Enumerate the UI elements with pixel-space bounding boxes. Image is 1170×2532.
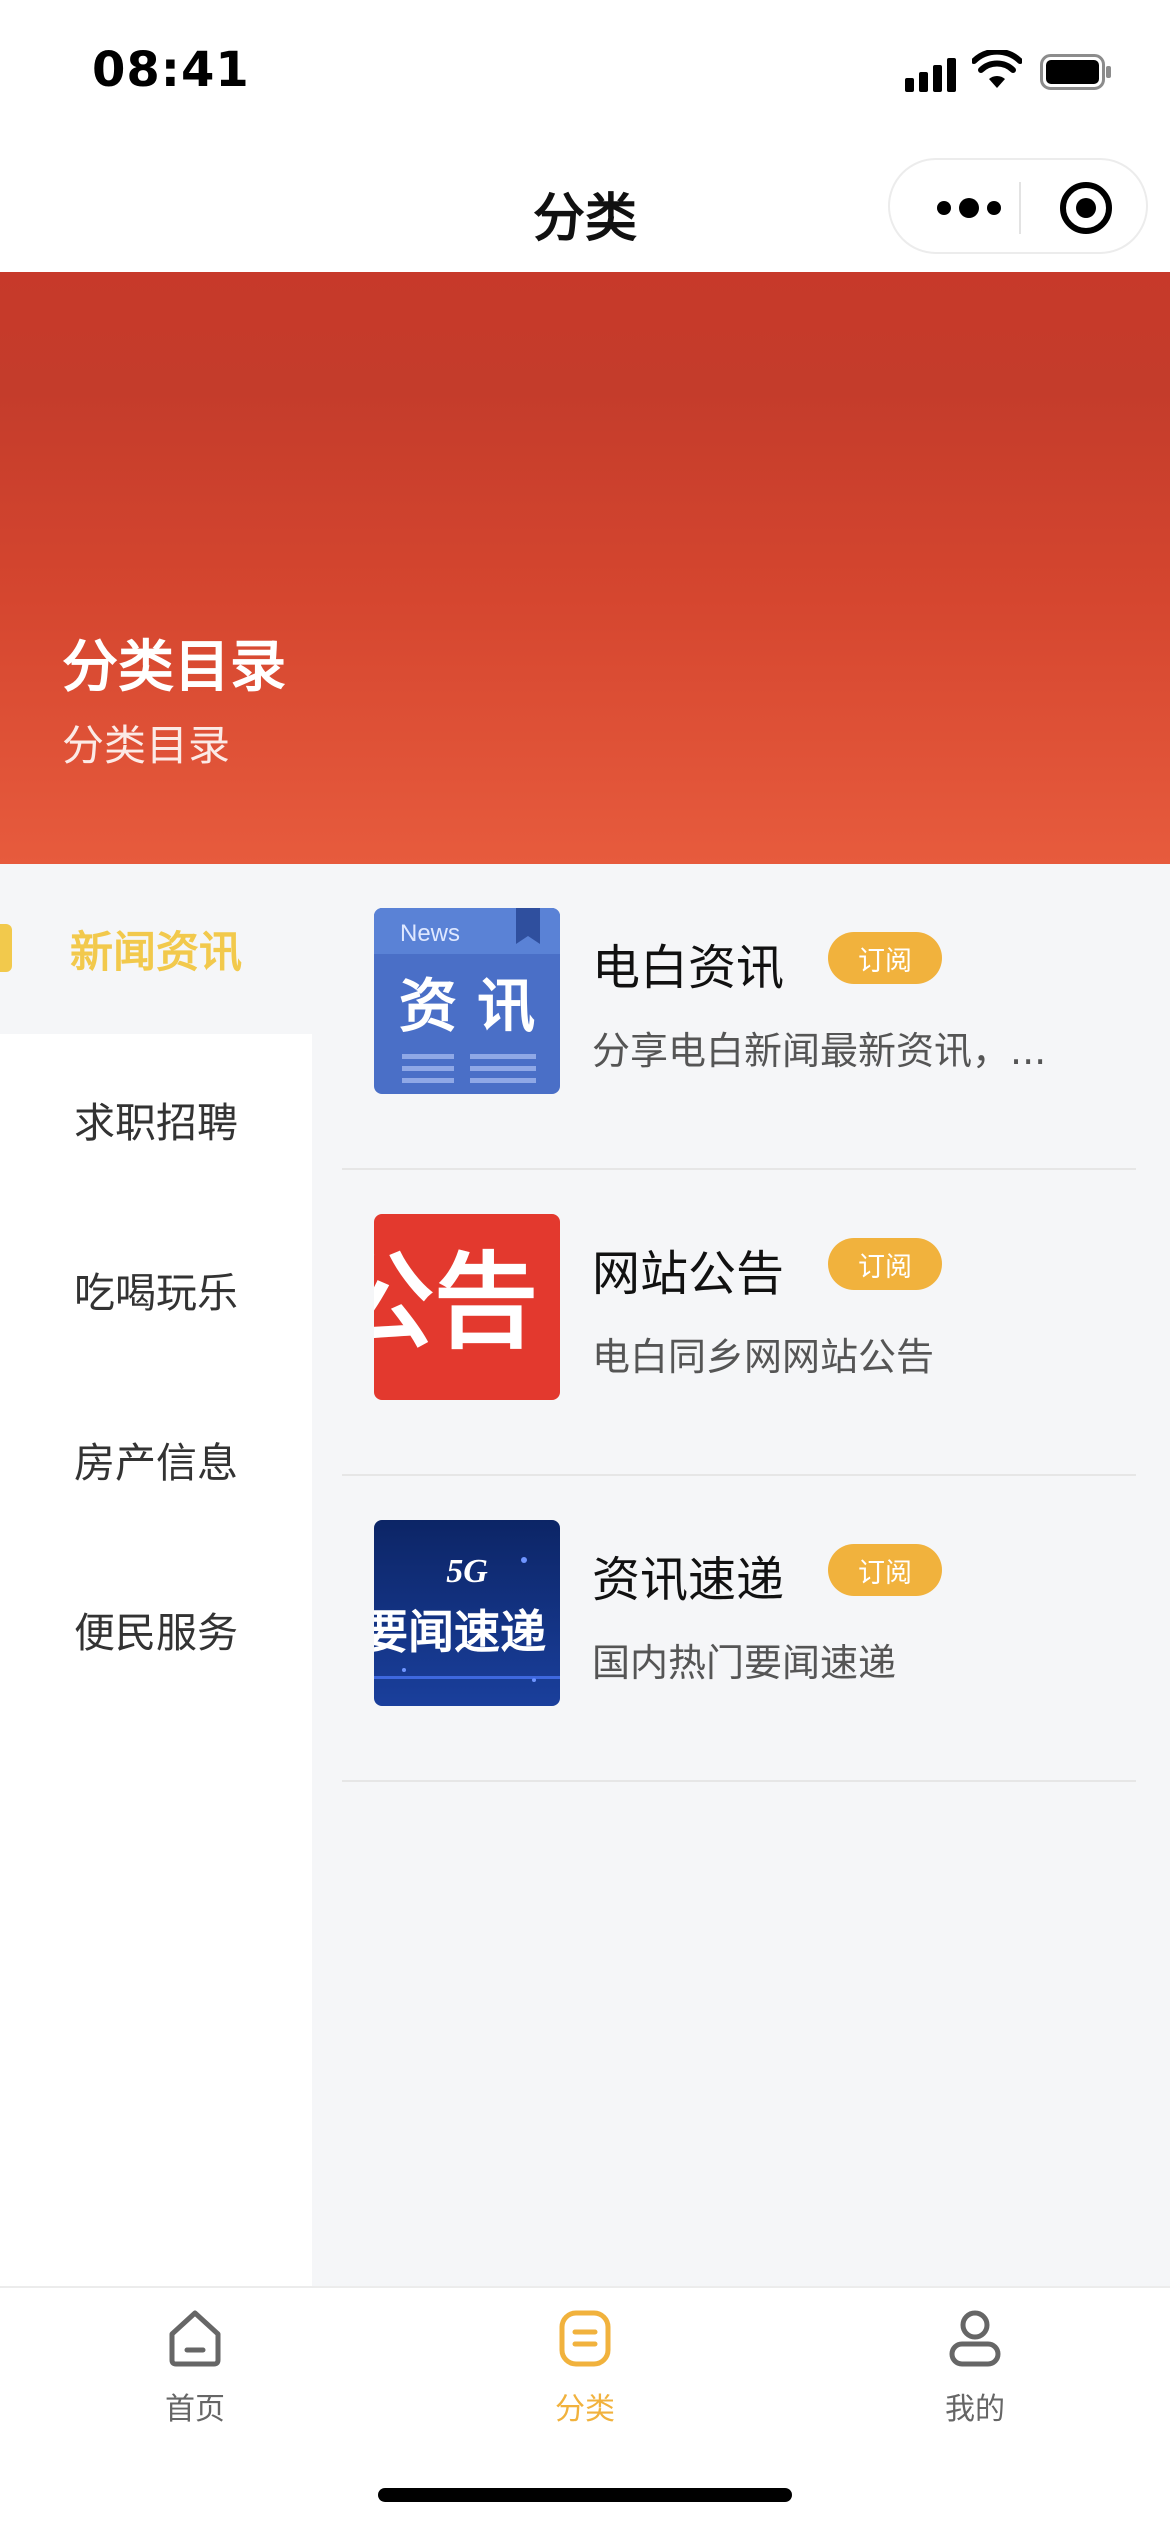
tab-profile[interactable]: 我的 [780, 2288, 1170, 2448]
capsule-divider [1019, 182, 1021, 234]
user-icon [949, 2310, 1001, 2367]
status-bar: 08:41 [0, 0, 1170, 140]
tab-category[interactable]: 分类 [390, 2288, 780, 2448]
list-item[interactable]: 公告 网站公告 订阅 电白同乡网网站公告 [342, 1170, 1136, 1476]
sidebar-item-label: 便民服务 [74, 1609, 238, 1657]
category-sidebar: 新闻资讯 求职招聘 吃喝玩乐 房产信息 便民服务 [0, 864, 312, 2286]
news-thumbnail: News 资 讯 [374, 908, 560, 1094]
sidebar-item-news[interactable]: 新闻资讯 [0, 864, 312, 1034]
wifi-icon [972, 50, 1022, 88]
sidebar-item-real-estate[interactable]: 房产信息 [0, 1374, 312, 1544]
sidebar-item-label: 求职招聘 [74, 1099, 238, 1147]
thumb-top-text: 5G [446, 1553, 488, 1590]
item-title: 资讯速递 [592, 1552, 785, 1608]
cellular-signal-icon [905, 58, 956, 92]
sidebar-item-services[interactable]: 便民服务 [0, 1544, 312, 1714]
list-item[interactable]: 5G 要闻速递 资讯速递 订阅 国内热门要闻速递 [342, 1476, 1136, 1782]
item-title: 网站公告 [592, 1246, 785, 1302]
item-description: 电白同乡网网站公告 [592, 1335, 935, 1379]
thumb-top-text: News [400, 920, 460, 947]
tab-label: 首页 [165, 2392, 225, 2427]
home-indicator [378, 2488, 792, 2502]
announcement-thumbnail: 公告 [374, 1214, 560, 1400]
item-title: 电白资讯 [592, 940, 785, 996]
subscribe-button[interactable]: 订阅 [828, 1544, 942, 1596]
sidebar-item-food-fun[interactable]: 吃喝玩乐 [0, 1204, 312, 1374]
tab-home[interactable]: 首页 [0, 2288, 390, 2448]
express-news-thumbnail: 5G 要闻速递 [374, 1520, 560, 1706]
sidebar-item-label: 房产信息 [74, 1439, 238, 1487]
close-target-icon[interactable] [1058, 180, 1114, 236]
banner-title: 分类目录 [62, 635, 286, 700]
subscribe-button[interactable]: 订阅 [828, 932, 942, 984]
list-item[interactable]: News 资 讯 电白资讯 订阅 分享电白新闻最新资讯，... [342, 864, 1136, 1170]
tab-label: 我的 [945, 2392, 1005, 2427]
page: 08:41 分类 分类目录 分类目录 新闻资讯 求职招聘 吃喝玩乐 房产信息 便… [0, 0, 1170, 2532]
subscribe-button[interactable]: 订阅 [828, 1238, 942, 1290]
home-icon [169, 2310, 221, 2367]
sidebar-item-label: 吃喝玩乐 [74, 1269, 238, 1317]
thumb-main-text: 要闻速递 [374, 1605, 546, 1659]
category-icon [559, 2310, 611, 2367]
sidebar-item-jobs[interactable]: 求职招聘 [0, 1034, 312, 1204]
item-description: 分享电白新闻最新资讯，... [592, 1029, 1047, 1073]
thumb-main-text: 资 讯 [399, 972, 535, 1040]
banner-subtitle: 分类目录 [62, 721, 231, 770]
content-area: 新闻资讯 求职招聘 吃喝玩乐 房产信息 便民服务 News 资 讯 电白资讯 订… [0, 864, 1170, 2286]
category-banner: 分类目录 分类目录 [0, 272, 1170, 864]
item-description: 国内热门要闻速递 [592, 1641, 897, 1685]
active-indicator [0, 924, 12, 972]
status-time: 08:41 [92, 42, 250, 98]
battery-icon [1040, 54, 1111, 90]
thumb-main-text: 公告 [374, 1241, 538, 1363]
more-icon[interactable] [924, 186, 1014, 230]
mini-program-capsule [888, 158, 1148, 254]
tab-label: 分类 [555, 2392, 615, 2427]
sidebar-item-label: 新闻资讯 [70, 928, 242, 978]
